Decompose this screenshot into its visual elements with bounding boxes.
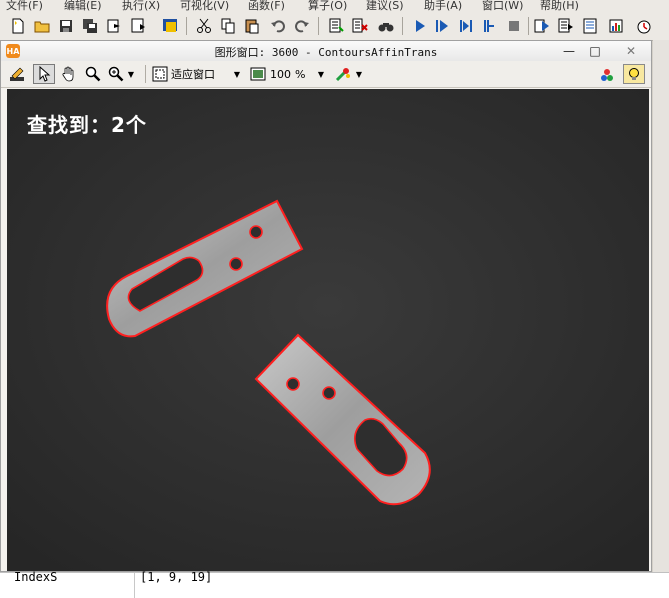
profiler-icon[interactable] — [606, 15, 626, 37]
delete-operator-icon[interactable] — [350, 15, 370, 37]
window-title: 图形窗口: 3600 - ContoursAffinTrans — [214, 46, 438, 59]
graphics-toolbar: ▼ 适应窗口 ▼ 100 % ▼ ▼ — [1, 61, 651, 88]
zoom-icon[interactable] — [107, 64, 125, 84]
lightbulb-icon[interactable] — [623, 64, 645, 84]
magnifier-icon[interactable] — [83, 64, 103, 84]
step-into-icon[interactable] — [480, 15, 500, 37]
fit-window-label[interactable]: 适应窗口 — [171, 64, 227, 84]
paste-icon[interactable] — [242, 15, 262, 37]
zoom-dropdown-icon[interactable]: ▼ — [125, 64, 137, 84]
graphics-window: HA 图形窗口: 3600 - ContoursAffinTrans — □ ✕… — [0, 40, 652, 572]
window-titlebar[interactable]: HA 图形窗口: 3600 - ContoursAffinTrans — □ ✕ — [1, 41, 651, 61]
fit-window-dropdown-icon[interactable]: ▼ — [231, 64, 243, 84]
cut-icon[interactable] — [194, 15, 214, 37]
save-all-icon[interactable] — [80, 15, 100, 37]
open-folder-icon[interactable] — [32, 15, 52, 37]
menu-help[interactable]: 帮助(H) — [540, 0, 579, 12]
reset-variables-icon[interactable] — [556, 15, 576, 37]
step-over-icon[interactable] — [456, 15, 476, 37]
undo-icon[interactable] — [268, 15, 288, 37]
variable-value: [1, 9, 19] — [140, 570, 213, 584]
menu-bar: 文件(F) 编辑(E) 执行(X) 可视化(V) 函数(F) 算子(O) 建议(… — [0, 0, 669, 12]
menu-functions[interactable]: 函数(F) — [248, 0, 285, 12]
fit-window-icon[interactable] — [151, 64, 169, 84]
binoculars-icon[interactable] — [376, 15, 396, 37]
run-until-breakpoint-icon[interactable] — [432, 15, 452, 37]
stop-icon[interactable] — [504, 15, 524, 37]
menu-suggestions[interactable]: 建议(S) — [366, 0, 404, 12]
export-program-icon[interactable] — [128, 15, 148, 37]
insert-operator-icon[interactable] — [326, 15, 346, 37]
export-icon[interactable] — [104, 15, 124, 37]
column-divider — [134, 573, 135, 598]
main-toolbar — [0, 12, 669, 41]
menu-visualize[interactable]: 可视化(V) — [180, 0, 229, 12]
new-file-icon[interactable] — [8, 15, 28, 37]
image-canvas[interactable]: 查找到：2个 — [7, 89, 649, 571]
zoom-value[interactable]: 100 — [270, 64, 292, 84]
menu-execute[interactable]: 执行(X) — [122, 0, 160, 12]
toolbar-separator — [145, 65, 146, 83]
side-panel-scrollbar[interactable] — [653, 40, 669, 572]
run-icon[interactable] — [410, 15, 430, 37]
show-program-icon[interactable] — [580, 15, 600, 37]
close-button[interactable]: ✕ — [619, 42, 643, 60]
minimize-button[interactable]: — — [557, 42, 581, 60]
reset-program-icon[interactable] — [532, 15, 552, 37]
color-dropdown-icon[interactable]: ▼ — [353, 64, 365, 84]
menu-assistants[interactable]: 助手(A) — [424, 0, 462, 12]
hand-icon[interactable] — [59, 64, 79, 84]
zoom-value-dropdown-icon[interactable]: ▼ — [315, 64, 327, 84]
pencil-icon[interactable] — [7, 64, 27, 84]
redo-icon[interactable] — [292, 15, 312, 37]
copy-icon[interactable] — [218, 15, 238, 37]
pointer-icon[interactable] — [33, 64, 55, 84]
menu-window[interactable]: 窗口(W) — [482, 0, 523, 12]
timer-icon[interactable] — [634, 15, 654, 37]
color-palette-icon[interactable] — [333, 64, 353, 84]
variable-watch-row: IndexS [1, 9, 19] — [0, 570, 669, 598]
maximize-button[interactable]: □ — [583, 42, 607, 60]
graphics-settings-icon[interactable] — [597, 64, 617, 84]
zoom-unit: % — [295, 67, 306, 81]
menu-file[interactable]: 文件(F) — [6, 0, 43, 12]
image-display — [7, 89, 649, 571]
menu-edit[interactable]: 编辑(E) — [64, 0, 102, 12]
variable-name[interactable]: IndexS — [14, 570, 57, 584]
program-settings-icon[interactable] — [160, 15, 180, 37]
zoom-percent-icon[interactable] — [249, 64, 267, 84]
save-icon[interactable] — [56, 15, 76, 37]
menu-operators[interactable]: 算子(O) — [308, 0, 347, 12]
match-count-text: 查找到：2个 — [27, 113, 147, 137]
